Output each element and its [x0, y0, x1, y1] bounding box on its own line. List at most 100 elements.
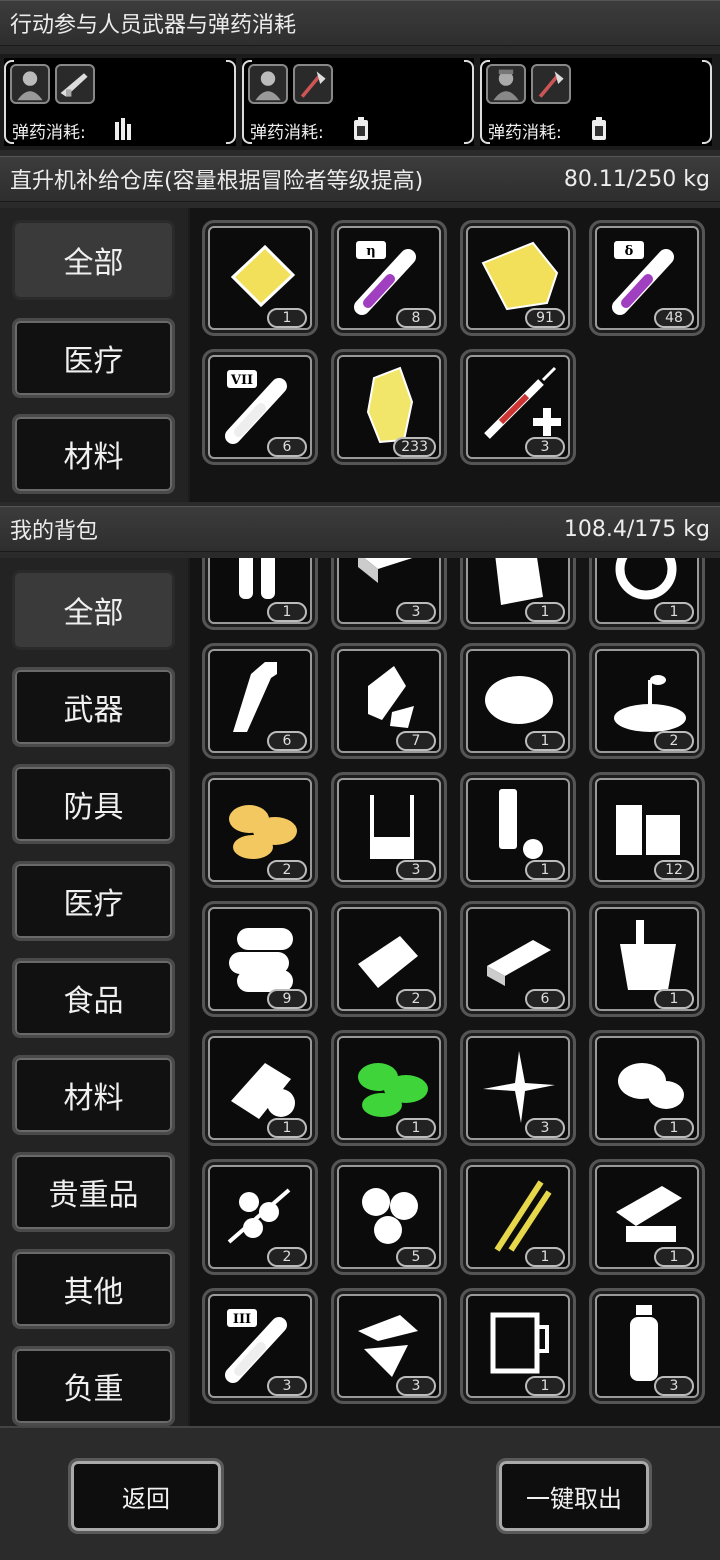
item-slot[interactable]: 6 — [202, 643, 318, 759]
gold-ore-icon — [366, 366, 414, 444]
warehouse-category-sidebar: 全部 医疗 材料 — [0, 208, 188, 502]
backpack-tab-valuables[interactable]: 贵重品 — [12, 1152, 175, 1232]
wood-planks-icon — [616, 805, 680, 855]
item-slot[interactable]: 3 — [331, 772, 447, 888]
backpack-tab-medical[interactable]: 医疗 — [12, 861, 175, 941]
item-slot[interactable]: VII 6 — [202, 349, 318, 465]
backpack-panel: 全部 武器 防具 医疗 食品 材料 贵重品 其他 负重 1 3 1 1 6 7 1 2 2 3 1 12 9 2 6 1 1 1 3… — [0, 558, 720, 1426]
item-count-badge: 1 — [654, 602, 694, 622]
participant-card-3[interactable]: 弹药消耗: — [480, 58, 712, 146]
item-slot[interactable]: 91 — [460, 220, 576, 336]
item-slot[interactable]: 3 — [589, 1288, 705, 1404]
item-slot[interactable]: 1 — [331, 1030, 447, 1146]
item-slot[interactable]: 2 — [202, 1159, 318, 1275]
item-slot[interactable]: 1 — [460, 643, 576, 759]
bucket-icon — [620, 920, 676, 990]
item-slot[interactable]: 3 — [460, 1030, 576, 1146]
participant-card-2[interactable]: 弹药消耗: — [242, 58, 474, 146]
take-all-button[interactable]: 一键取出 — [496, 1458, 652, 1534]
survivor-portrait-icon — [10, 64, 50, 104]
backpack-tab-other[interactable]: 其他 — [12, 1249, 175, 1329]
item-slot[interactable]: 1 — [589, 1159, 705, 1275]
warehouse-panel: 全部 医疗 材料 1 η 8 91 δ 48 VII 6 233 3 — [0, 208, 720, 502]
bread-icon — [358, 936, 418, 988]
item-count-badge: 6 — [525, 989, 565, 1009]
logs-icon — [229, 928, 293, 992]
item-slot[interactable]: 1 — [589, 558, 705, 630]
item-slot[interactable]: η8 — [331, 220, 447, 336]
item-count-badge: 2 — [267, 860, 307, 880]
item-count-badge: 3 — [396, 1376, 436, 1396]
bar-icon — [487, 940, 551, 986]
backpack-tab-armor[interactable]: 防具 — [12, 764, 175, 844]
item-slot[interactable]: 6 — [460, 901, 576, 1017]
back-button[interactable]: 返回 — [68, 1458, 224, 1534]
backpack-tab-load[interactable]: 负重 — [12, 1346, 175, 1426]
warehouse-capacity: 80.11/250 kg — [563, 166, 710, 192]
backpack-item-grid: 1 3 1 1 6 7 1 2 2 3 1 12 9 2 6 1 1 1 3 1 2 5 1 1 III 3 3 1 3 — [190, 558, 720, 1426]
warehouse-tab-materials[interactable]: 材料 — [12, 414, 175, 494]
item-count-badge: 1 — [654, 989, 694, 1009]
warehouse-tab-all[interactable]: 全部 — [12, 220, 175, 300]
item-slot[interactable]: δ 48 — [589, 220, 705, 336]
item-slot[interactable]: 2 — [202, 772, 318, 888]
vii-potion-tube-icon: VII — [225, 370, 287, 444]
svg-text:δ: δ — [625, 244, 634, 259]
item-slot[interactable]: 1 — [460, 558, 576, 630]
beaker-icon — [370, 795, 414, 859]
item-count-badge: 2 — [654, 731, 694, 751]
item-slot[interactable]: 5 — [331, 1159, 447, 1275]
item-count-badge: 5 — [396, 1247, 436, 1267]
backpack-tab-food[interactable]: 食品 — [12, 958, 175, 1038]
item-slot[interactable]: 1 — [460, 1159, 576, 1275]
item-slot[interactable]: 2 — [589, 643, 705, 759]
item-slot[interactable]: 1 — [589, 1030, 705, 1146]
item-count-badge: 9 — [267, 989, 307, 1009]
item-count-badge: 1 — [267, 1118, 307, 1138]
item-count-badge: 1 — [267, 602, 307, 622]
item-slot[interactable]: 1 — [202, 1030, 318, 1146]
bandage-icon — [231, 1063, 295, 1119]
item-count-badge: 3 — [396, 602, 436, 622]
nuts-icon — [362, 1188, 418, 1244]
axe-icon — [531, 64, 571, 104]
soldier-portrait-icon — [486, 64, 526, 104]
item-slot[interactable]: 1 — [202, 558, 318, 630]
warehouse-tab-medical[interactable]: 医疗 — [12, 318, 175, 398]
item-slot[interactable]: III 3 — [202, 1288, 318, 1404]
item-slot[interactable]: 1 — [589, 901, 705, 1017]
item-slot[interactable]: 7 — [331, 643, 447, 759]
item-count-badge: 3 — [267, 1376, 307, 1396]
backpack-tab-materials[interactable]: 材料 — [12, 1055, 175, 1135]
backpack-tab-weapons[interactable]: 武器 — [12, 667, 175, 747]
axe-icon — [293, 64, 333, 104]
item-slot[interactable]: 1 — [460, 1288, 576, 1404]
svg-text:VII: VII — [230, 373, 253, 388]
ammo-label: 弹药消耗: — [488, 123, 562, 143]
item-slot[interactable]: 3 — [460, 349, 576, 465]
item-slot[interactable]: 1 — [202, 220, 318, 336]
crumpled-can-icon — [368, 666, 414, 728]
item-slot[interactable]: 3 — [331, 1288, 447, 1404]
tube-cap-icon — [499, 789, 543, 859]
item-count-badge: 91 — [525, 308, 565, 328]
item-slot[interactable]: 233 — [331, 349, 447, 465]
ammo-label: 弹药消耗: — [250, 123, 324, 143]
gold-cloth-icon — [481, 241, 559, 311]
item-slot[interactable]: 2 — [331, 901, 447, 1017]
item-slot[interactable]: 3 — [331, 558, 447, 630]
backpack-tab-all[interactable]: 全部 — [12, 570, 175, 650]
bullets-icon — [115, 118, 131, 140]
rifle-icon — [55, 64, 95, 104]
water-bottle-icon — [630, 1305, 658, 1381]
backpack-category-sidebar: 全部武器防具医疗食品材料贵重品其他负重 — [0, 558, 188, 1426]
eta-potion-tube-icon: η — [354, 241, 416, 315]
item-slot[interactable]: 1 — [460, 772, 576, 888]
item-count-badge: 8 — [396, 308, 436, 328]
item-slot[interactable]: 9 — [202, 901, 318, 1017]
item-slot[interactable]: 12 — [589, 772, 705, 888]
participant-card-1[interactable]: 弹药消耗: — [4, 58, 236, 146]
item-count-badge: 1 — [654, 1118, 694, 1138]
item-count-badge: 48 — [654, 308, 694, 328]
item-count-badge: 2 — [267, 1247, 307, 1267]
